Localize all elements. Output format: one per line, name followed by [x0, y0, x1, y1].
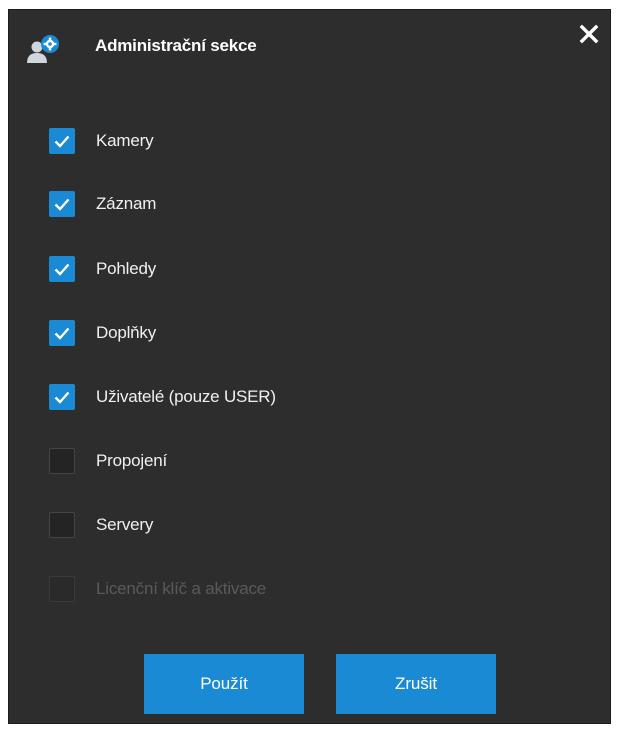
- checkbox-disabled: [49, 576, 75, 602]
- dialog-title: Administrační sekce: [95, 36, 257, 55]
- checkbox-checked[interactable]: [49, 320, 75, 346]
- option-views[interactable]: Pohledy: [49, 255, 156, 283]
- checkmark-icon: [54, 327, 70, 340]
- user-settings-icon: [27, 35, 59, 63]
- option-users[interactable]: Uživatelé (pouze USER): [49, 383, 276, 411]
- checkmark-icon: [54, 391, 70, 404]
- option-recording[interactable]: Záznam: [49, 190, 156, 218]
- option-links[interactable]: Propojení: [49, 447, 167, 475]
- option-addons[interactable]: Doplňky: [49, 319, 156, 347]
- checkmark-icon: [54, 198, 70, 211]
- option-label: Záznam: [96, 194, 157, 213]
- cancel-button[interactable]: Zrušit: [336, 654, 496, 714]
- option-label: Doplňky: [96, 323, 157, 342]
- option-servers[interactable]: Servery: [49, 511, 153, 539]
- option-cameras[interactable]: Kamery: [49, 127, 154, 155]
- option-label: Pohledy: [96, 259, 157, 278]
- option-license: Licenční klíč a aktivace: [49, 575, 266, 603]
- checkmark-icon: [54, 135, 70, 148]
- checkbox-checked[interactable]: [49, 128, 75, 154]
- option-label: Kamery: [96, 131, 154, 150]
- checkmark-icon: [54, 263, 70, 276]
- admin-section-dialog: Administrační sekce Kamery Záznam Pohled…: [8, 9, 611, 724]
- apply-button[interactable]: Použít: [144, 654, 304, 714]
- checkbox-unchecked[interactable]: [49, 512, 75, 538]
- checkbox-checked[interactable]: [49, 384, 75, 410]
- checkbox-checked[interactable]: [49, 256, 75, 282]
- option-label: Uživatelé (pouze USER): [96, 387, 276, 406]
- close-icon[interactable]: [577, 22, 601, 46]
- checkbox-unchecked[interactable]: [49, 448, 75, 474]
- option-label: Propojení: [96, 451, 167, 470]
- option-label: Servery: [96, 515, 154, 534]
- checkbox-checked[interactable]: [49, 191, 75, 217]
- option-label: Licenční klíč a aktivace: [96, 579, 267, 598]
